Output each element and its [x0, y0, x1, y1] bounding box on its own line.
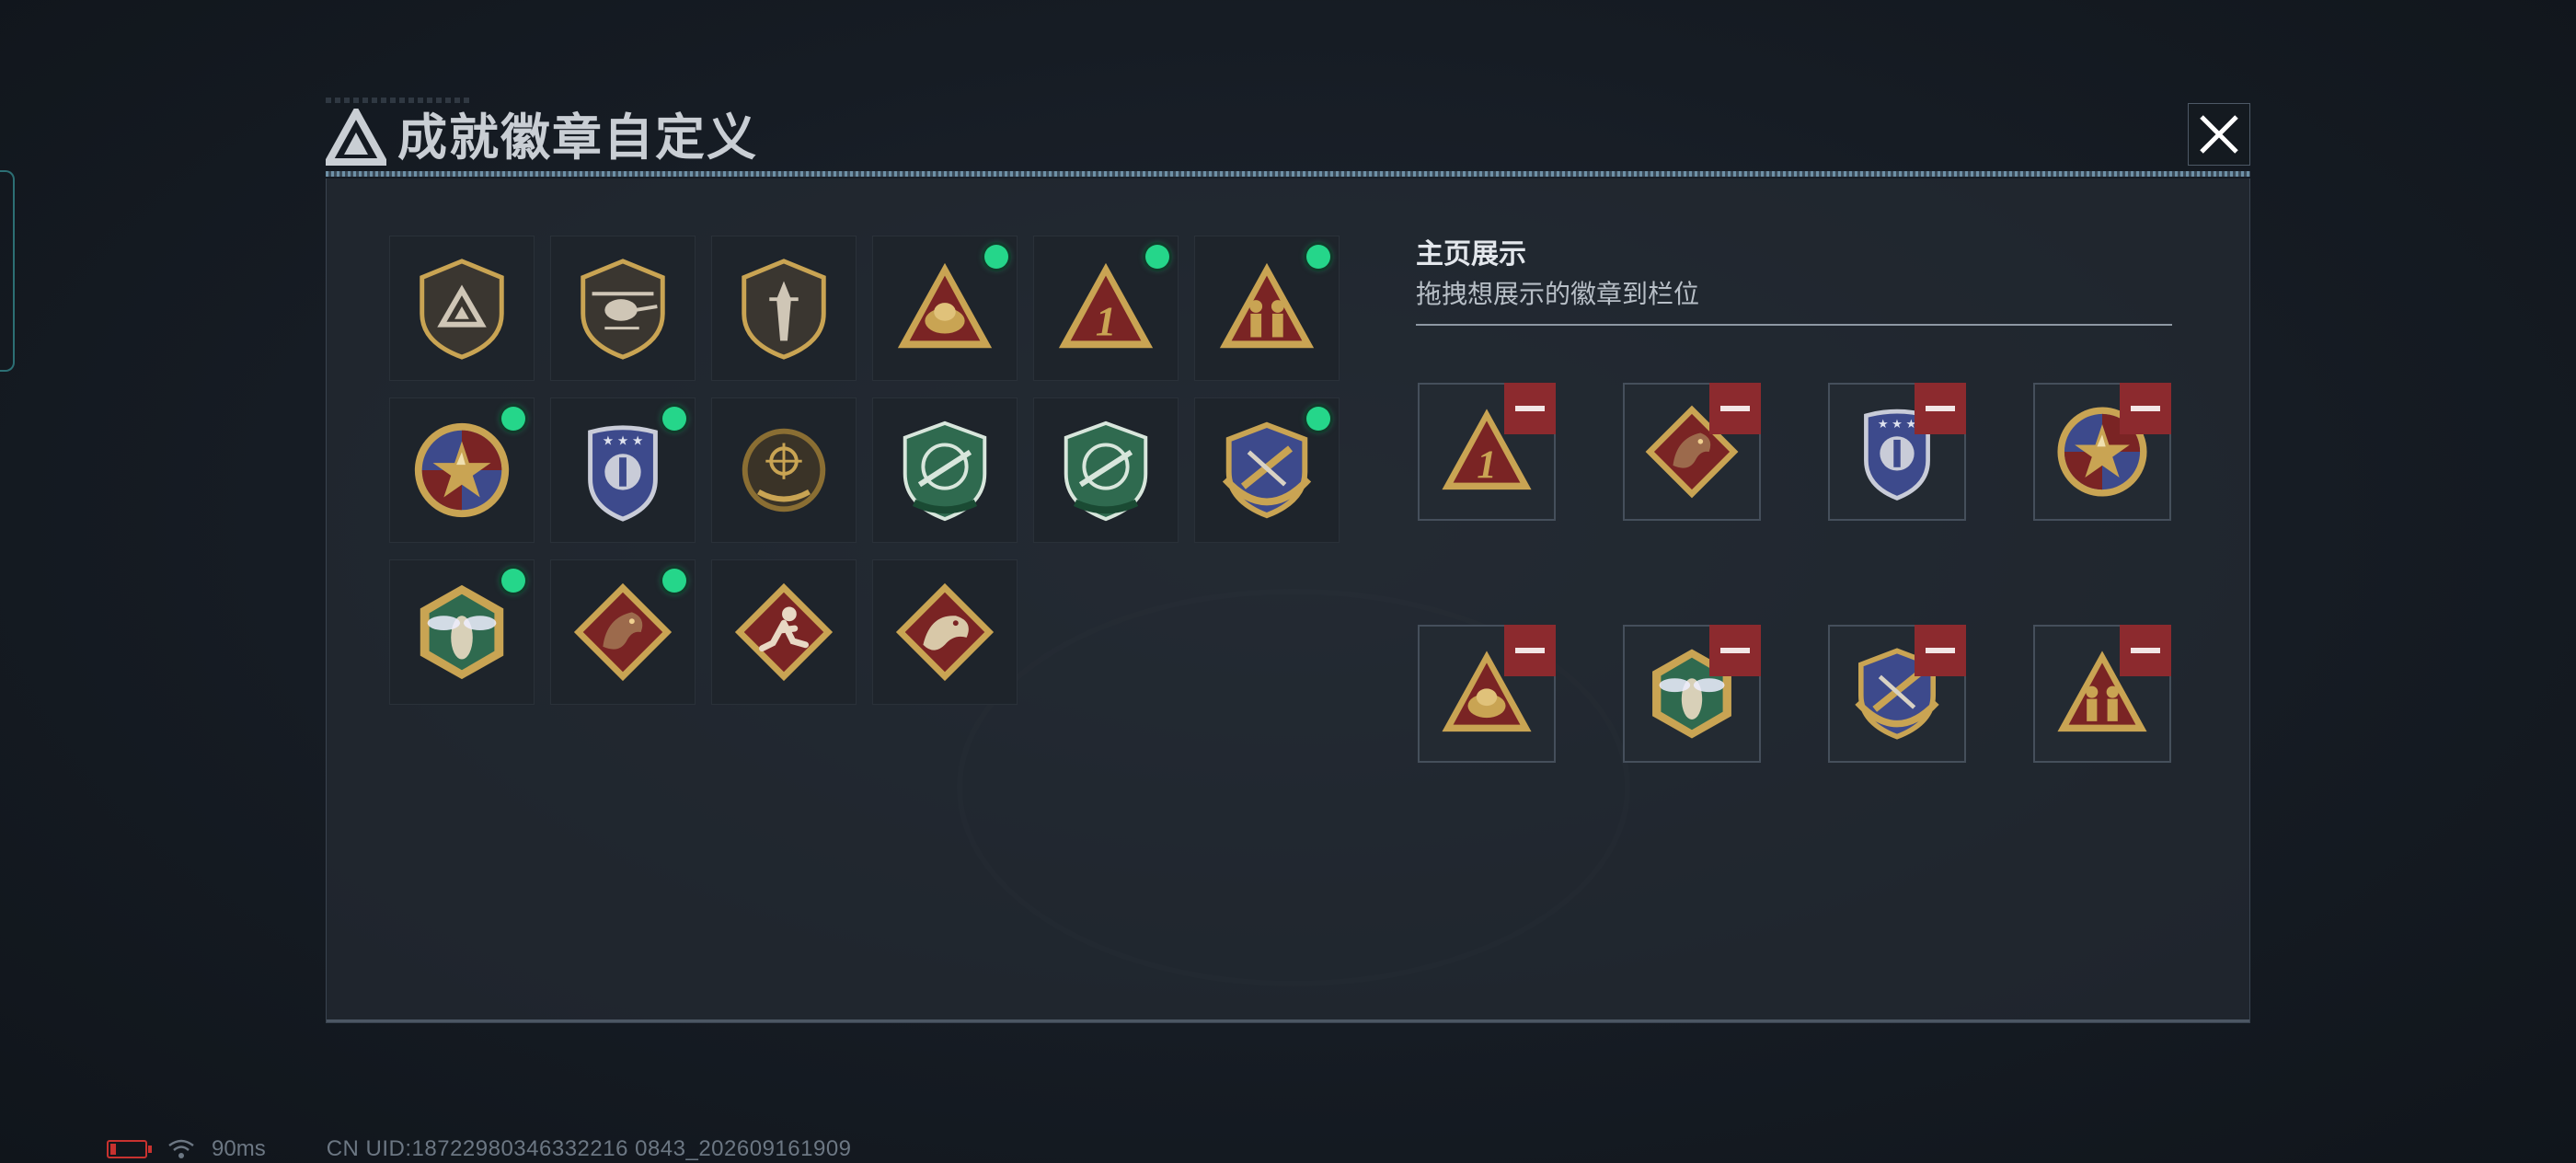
remove-badge-button[interactable]	[2120, 625, 2171, 676]
showcase-slot-grid: 1 ★ ★ ★	[1418, 383, 2171, 763]
dialog-title: 成就徽章自定义	[397, 110, 758, 166]
badge-item[interactable]: 1	[1033, 236, 1179, 381]
minus-icon	[1515, 648, 1545, 653]
star-medallion-badge-icon	[414, 422, 510, 518]
remove-badge-button[interactable]	[1504, 625, 1556, 676]
badge-item[interactable]	[711, 559, 857, 705]
badge-item[interactable]	[389, 397, 535, 543]
remove-badge-button[interactable]	[1915, 383, 1966, 434]
header-separator	[326, 171, 2250, 177]
dialog-header: 成就徽章自定义	[322, 92, 2263, 179]
remove-badge-button[interactable]	[2120, 383, 2171, 434]
badge-item[interactable]	[1194, 236, 1340, 381]
showcase-divider	[1416, 324, 2172, 326]
lizard-diamond-badge-icon	[895, 582, 995, 682]
svg-text:1: 1	[1477, 443, 1496, 487]
remove-badge-button[interactable]	[1504, 383, 1556, 434]
triangle-number-one-badge-icon: 1	[1058, 262, 1154, 349]
hornet-hexagon-badge-icon	[420, 584, 504, 680]
triangle-soldiers-badge-icon	[1219, 262, 1315, 349]
close-icon	[2200, 115, 2238, 154]
remove-badge-button[interactable]	[1709, 383, 1761, 434]
wifi-icon	[168, 1139, 194, 1158]
delta-logo-icon	[326, 109, 386, 166]
uid-text: CN UID:18722980346332216 0843_2026091619…	[326, 1136, 852, 1161]
runner-diamond-badge-icon	[734, 582, 834, 682]
svg-text:★ ★ ★: ★ ★ ★	[603, 433, 644, 447]
side-panel-edge[interactable]	[0, 170, 15, 372]
badge-item[interactable]	[1194, 397, 1340, 543]
badge-item[interactable]	[872, 559, 1018, 705]
showcase-slot[interactable]	[1828, 625, 1966, 763]
helicopter-shield-badge-icon	[581, 259, 665, 360]
equipped-indicator	[1306, 245, 1330, 269]
equipped-indicator	[662, 407, 686, 431]
remove-badge-button[interactable]	[1709, 625, 1761, 676]
badge-item[interactable]	[389, 559, 535, 705]
showcase-slot[interactable]: ★ ★ ★	[1828, 383, 1966, 521]
badge-item[interactable]	[711, 397, 857, 543]
minus-icon	[2131, 648, 2160, 653]
equipped-indicator	[662, 569, 686, 593]
triangle-egg-badge-icon	[897, 262, 993, 349]
blue-crest-badge-icon: ★ ★ ★	[588, 425, 658, 522]
minus-icon	[1926, 406, 1955, 411]
equipped-indicator	[984, 245, 1008, 269]
minus-icon	[1720, 406, 1750, 411]
badge-item[interactable]: ★ ★ ★	[550, 397, 696, 543]
latency-text: 90ms	[212, 1136, 266, 1161]
showcase-slot[interactable]	[2033, 383, 2171, 521]
svg-text:★ ★ ★: ★ ★ ★	[1878, 417, 1916, 431]
dagger-shield-badge-icon	[742, 259, 826, 360]
badge-item[interactable]	[711, 236, 857, 381]
showcase-slot[interactable]	[1418, 625, 1556, 763]
badge-collection-grid: 1 ★ ★ ★	[389, 236, 1357, 705]
badge-item[interactable]	[550, 236, 696, 381]
showcase-slot[interactable]	[1623, 383, 1761, 521]
showcase-subtitle: 拖拽想展示的徽章到栏位	[1416, 280, 1700, 308]
badge-item[interactable]	[550, 559, 696, 705]
badge-item[interactable]	[389, 236, 535, 381]
equipped-indicator	[1306, 407, 1330, 431]
badge-item[interactable]	[1033, 397, 1179, 543]
battery-icon	[107, 1140, 152, 1158]
equipped-indicator	[501, 407, 525, 431]
showcase-slot[interactable]: 1	[1418, 383, 1556, 521]
close-button[interactable]	[2188, 103, 2250, 166]
showcase-slot[interactable]	[2033, 625, 2171, 763]
delta-shield-badge-icon	[420, 259, 504, 360]
equipped-indicator	[1145, 245, 1169, 269]
dialog-body: 1 ★ ★ ★ 主页展示 拖拽想展示的徽章到栏位 1 ★ ★ ★	[326, 178, 2250, 1023]
minus-icon	[1515, 406, 1545, 411]
gold-blue-shield-laurel-badge-icon	[1222, 421, 1312, 519]
green-rifle-shield-badge-2-icon	[1064, 420, 1148, 522]
status-bar: 90ms CN UID:18722980346332216 0843_20260…	[107, 1135, 852, 1163]
remove-badge-button[interactable]	[1915, 625, 1966, 676]
showcase-slot[interactable]	[1623, 625, 1761, 763]
showcase-title: 主页展示	[1416, 239, 1526, 270]
equipped-indicator	[501, 569, 525, 593]
green-rifle-shield-badge-icon	[903, 420, 987, 522]
dragon-diamond-badge-icon	[573, 582, 673, 682]
gold-crosshair-emblem-badge-icon	[742, 428, 826, 512]
minus-icon	[1720, 648, 1750, 653]
minus-icon	[1926, 648, 1955, 653]
svg-text:1: 1	[1096, 299, 1117, 345]
showcase-header: 主页展示 拖拽想展示的徽章到栏位	[1416, 236, 2172, 326]
minus-icon	[2131, 406, 2160, 411]
badge-item[interactable]	[872, 397, 1018, 543]
badge-item[interactable]	[872, 236, 1018, 381]
